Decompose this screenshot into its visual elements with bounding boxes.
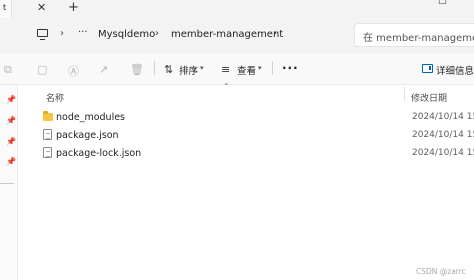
- chevron-right-icon[interactable]: ›: [60, 28, 64, 39]
- sort-button[interactable]: 排序: [179, 63, 198, 77]
- file-modified-date: 2024/10/14 15:1: [412, 112, 474, 122]
- pin-icon: 📌: [6, 116, 16, 125]
- watermark: CSDN @zarrc: [416, 267, 466, 276]
- chevron-right-icon[interactable]: ›: [155, 28, 159, 39]
- search-input[interactable]: 在 member-management 中: [354, 23, 474, 47]
- delete-icon[interactable]: 🗑: [130, 63, 144, 76]
- rename-icon[interactable]: Ⓐ: [68, 63, 79, 79]
- monitor-icon[interactable]: [37, 29, 48, 40]
- list-item[interactable]: package.json 2024/10/14 15:1: [40, 127, 474, 145]
- details-pane-icon[interactable]: [422, 64, 433, 73]
- pin-icon: 📌: [6, 95, 16, 104]
- details-button[interactable]: 详细信息: [436, 63, 474, 77]
- chevron-down-icon[interactable]: ▾: [200, 64, 204, 72]
- nav-divider: [0, 183, 14, 184]
- folder-icon: [43, 111, 53, 121]
- new-tab-button[interactable]: +: [68, 0, 79, 15]
- breadcrumb-mysqldemo[interactable]: Mysqldemo: [98, 29, 155, 40]
- maximize-button[interactable]: ☐: [438, 0, 447, 7]
- close-tab-icon[interactable]: ✕: [37, 1, 46, 14]
- breadcrumb-member-management[interactable]: member-management: [171, 29, 283, 40]
- previous-tab[interactable]: t: [0, 0, 12, 18]
- file-name: package.json: [56, 130, 119, 141]
- chevron-right-icon[interactable]: ›: [273, 28, 277, 39]
- copy-icon[interactable]: ⧉: [4, 63, 12, 77]
- toolbar-divider: [154, 61, 155, 75]
- toolbar-divider: [272, 61, 273, 75]
- more-options-button[interactable]: ···: [282, 61, 299, 75]
- paste-icon[interactable]: ▢: [37, 63, 47, 76]
- list-item[interactable]: node_modules 2024/10/14 15:1: [40, 109, 474, 127]
- file-icon: [43, 129, 52, 140]
- pin-icon: 📌: [6, 157, 16, 166]
- previous-tab-label: t: [3, 3, 7, 12]
- view-button[interactable]: 查看: [237, 63, 256, 77]
- column-header-name[interactable]: 名称: [46, 91, 64, 104]
- file-icon: [43, 147, 52, 158]
- file-name: node_modules: [56, 112, 126, 123]
- column-header-modified[interactable]: 修改日期: [411, 91, 447, 104]
- sort-icon[interactable]: ⇅: [164, 63, 173, 76]
- column-divider[interactable]: [404, 87, 405, 101]
- file-name: package-lock.json: [56, 148, 142, 159]
- pin-icon: 📌: [6, 137, 16, 146]
- sort-indicator-icon: ⌃: [223, 82, 230, 91]
- chevron-down-icon[interactable]: ▾: [258, 64, 262, 72]
- file-modified-date: 2024/10/14 15:1: [412, 130, 474, 140]
- file-modified-date: 2024/10/14 15:1: [412, 148, 474, 158]
- list-item[interactable]: package-lock.json 2024/10/14 15:1: [40, 145, 474, 163]
- more-breadcrumbs-button[interactable]: ···: [78, 27, 88, 38]
- view-icon[interactable]: ≡: [221, 63, 230, 76]
- share-icon[interactable]: ↗: [99, 63, 108, 76]
